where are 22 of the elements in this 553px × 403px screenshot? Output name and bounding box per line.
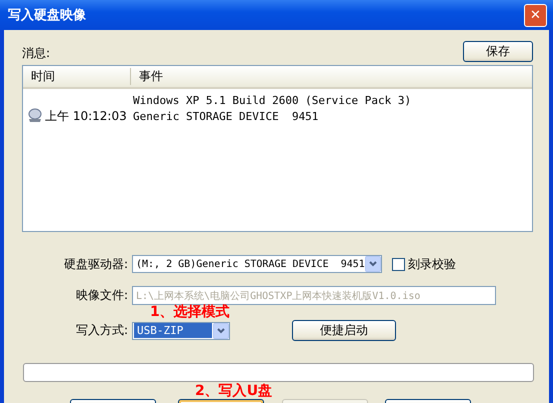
save-button[interactable]: 保存 <box>463 41 533 62</box>
messages-label: 消息: <box>22 45 50 62</box>
event-cell: Generic STORAGE DEVICE 9451 <box>133 110 318 122</box>
verify-checkbox[interactable] <box>392 258 405 270</box>
column-header[interactable]: 时间 <box>23 68 131 85</box>
close-button[interactable]: ✕ <box>524 4 547 26</box>
write-mode-dropdown[interactable]: USB-ZIP <box>132 322 230 340</box>
drive-value: (M:, 2 GB)Generic STORAGE DEVICE 9451 <box>135 258 365 270</box>
window-title: 写入硬盘映像 <box>8 6 86 24</box>
time-cell: 上午 10:12:03 <box>45 108 127 124</box>
event-cell: Windows XP 5.1 Build 2600 (Service Pack 3) <box>133 94 412 106</box>
image-file-label: 映像文件: <box>74 287 129 304</box>
drive-dropdown[interactable]: (M:, 2 GB)Generic STORAGE DEVICE 9451 <box>132 255 382 273</box>
drive-icon <box>27 108 43 124</box>
write-mode-label: 写入方式: <box>74 322 129 339</box>
annotation-text: 1、选择模式 <box>150 304 230 320</box>
write-mode-value: USB-ZIP <box>134 323 212 338</box>
annotation-text: 2、写入U盘 <box>195 383 272 399</box>
quick-boot-button[interactable]: 便捷启动 <box>292 320 396 341</box>
verify-label: 刻录校验 <box>408 256 456 272</box>
drive-label: 硬盘驱动器: <box>62 256 129 272</box>
column-header[interactable]: 事件 <box>131 68 163 85</box>
